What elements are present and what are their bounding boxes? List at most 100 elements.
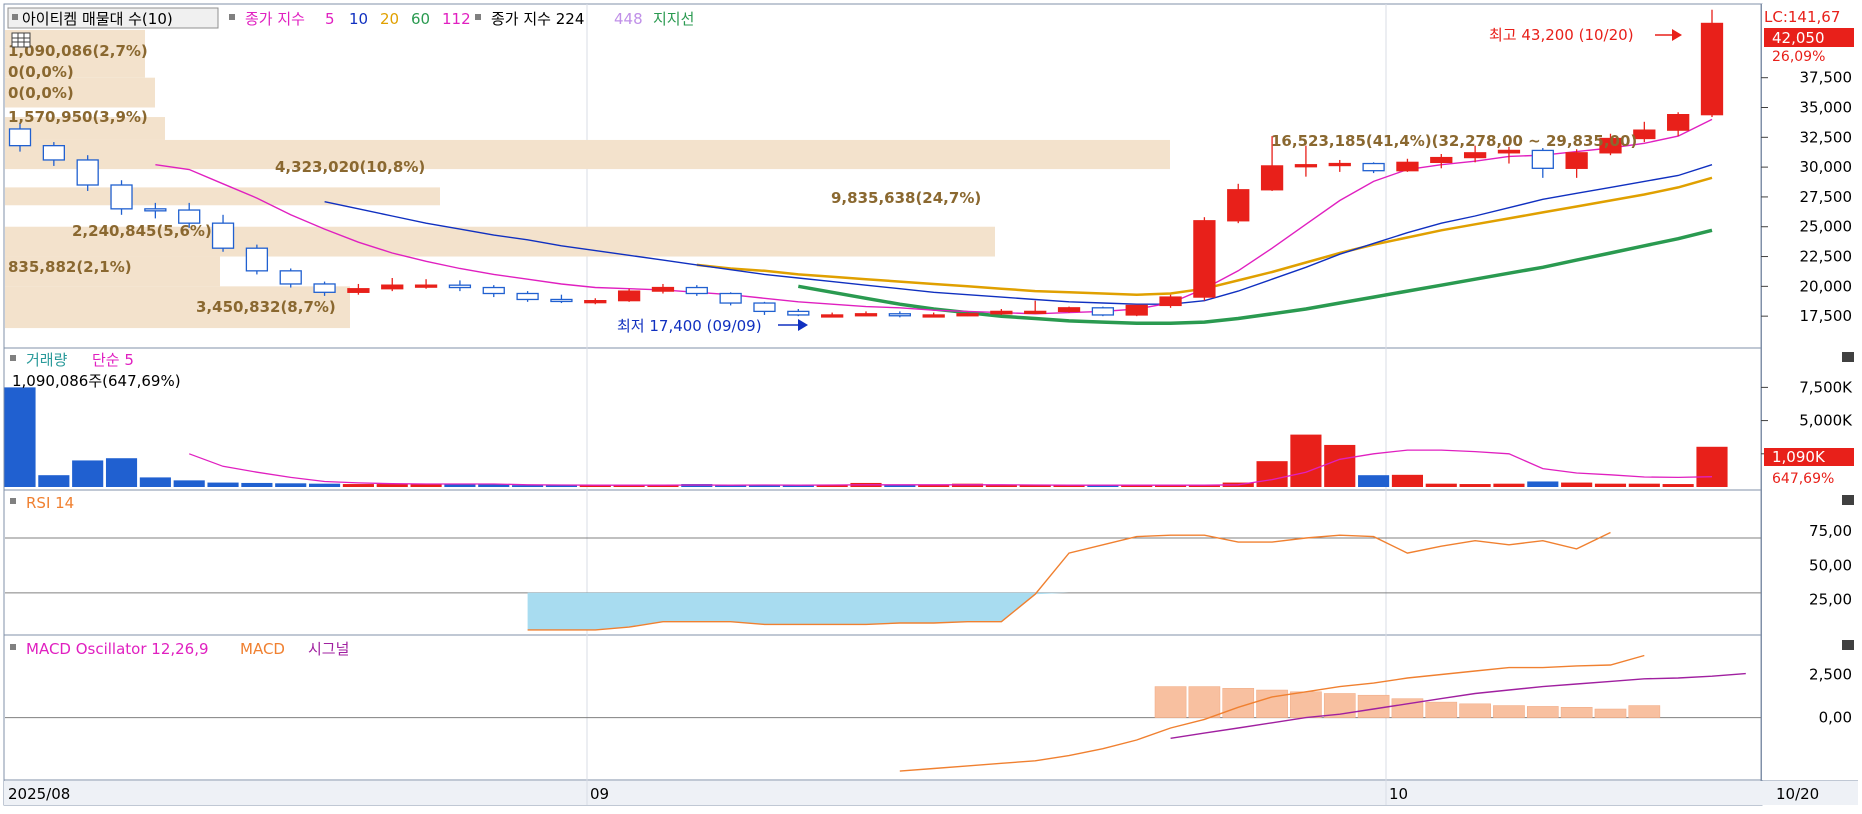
price-tick-label: 22,500 (1800, 248, 1853, 266)
stock-chart-window: 37,500 35,000 32,500 30,000 27,500 25,000 22,5… (0, 0, 1862, 810)
profile-label: 0(0,0%) (8, 63, 74, 81)
ma-period-10: 10 (349, 10, 368, 28)
volume-legend-title: 거래량 (26, 351, 68, 369)
price-tick-label: 17,500 (1800, 307, 1853, 325)
macd-osc-bar (1222, 688, 1255, 718)
volume-bar (1358, 475, 1390, 487)
volume-bar (1628, 483, 1660, 487)
candle-body (347, 288, 370, 293)
rsi-panel-close-icon[interactable] (1842, 495, 1854, 505)
candle-body (1497, 149, 1521, 154)
macd-osc-bar (1256, 689, 1288, 718)
volume-bar (139, 477, 171, 487)
volume-bar (1696, 446, 1728, 487)
candle-body (854, 313, 878, 317)
change-pct-label: 26,09% (1772, 49, 1825, 65)
candle-body (1091, 307, 1115, 316)
chart-canvas[interactable]: 37,500 35,000 32,500 30,000 27,500 25,000 22,5… (0, 0, 1862, 810)
candle-body (482, 286, 505, 295)
candle-body (381, 284, 404, 290)
table-icon-frame (11, 32, 31, 48)
volume-bar (1561, 482, 1593, 487)
candle-body (617, 290, 641, 302)
legend-marker (10, 498, 16, 504)
price-tick-label: 30,000 (1800, 158, 1853, 176)
ma-period-20: 20 (380, 10, 399, 28)
volume-bar (241, 482, 273, 487)
volume-bar (1493, 483, 1525, 487)
candle-body (1260, 165, 1284, 191)
rsi-tick-label: 25,00 (1809, 591, 1852, 609)
x-label-10-20: 10/20 (1776, 785, 1819, 803)
chart-frame (3, 3, 1763, 806)
x-label-10: 10 (1389, 785, 1408, 803)
last-price-label: 42,050 (1772, 29, 1825, 47)
candle-body (1362, 162, 1385, 172)
ma-legend-label: 종가 지수 (245, 10, 305, 28)
candle-body (787, 310, 810, 316)
candle-body (414, 284, 438, 288)
candle-body (1531, 149, 1554, 169)
candle-body (76, 159, 99, 186)
low-annotation-text: 최저 17,400 (09/09) (617, 317, 762, 335)
candle-body (584, 300, 607, 304)
candle-body (1024, 310, 1047, 315)
macd-tick-label: 2,500 (1809, 666, 1852, 684)
volume-bar (38, 475, 70, 487)
profile-label: 0(0,0%) (8, 84, 74, 102)
volume-bar (207, 482, 239, 487)
table-icon[interactable] (11, 32, 31, 48)
candle-body (448, 284, 472, 289)
legend-marker (10, 355, 16, 361)
volume-profile-bar (5, 139, 1170, 170)
volume-last-label: 1,090,086주(647,69%) (12, 372, 181, 390)
candle-body (922, 314, 945, 318)
volume-bar (1527, 481, 1559, 487)
volume-legend-ma: 단순 5 (92, 351, 134, 369)
ma-period-448: 448 (614, 10, 643, 28)
ma-period-5: 5 (325, 10, 335, 28)
macd-panel-close-icon[interactable] (1842, 640, 1854, 650)
lc-label: LC:141,67 (1764, 8, 1840, 26)
profile-label: 835,882(2,1%) (8, 258, 132, 276)
ma-period-112: 112 (442, 10, 471, 28)
ma-period-60: 60 (411, 10, 430, 28)
x-axis-band (4, 781, 1858, 805)
candle-body (1396, 161, 1419, 172)
macd-osc-bar (1493, 705, 1525, 718)
macd-legend: MACD (240, 640, 285, 658)
candle-body (990, 310, 1013, 315)
candle-body (550, 298, 573, 303)
candle-body (1328, 162, 1351, 167)
candle-body (516, 292, 539, 301)
x-label-09: 09 (590, 785, 609, 803)
volume-bar (376, 484, 408, 487)
price-tick-label: 37,500 (1800, 69, 1853, 87)
candle-body (685, 286, 708, 295)
profile-label: 4,323,020(10,8%) (275, 158, 425, 176)
price-tick-label: 20,000 (1800, 277, 1853, 295)
volume-bar (1594, 483, 1627, 487)
volume-panel-close-icon[interactable] (1842, 352, 1854, 362)
signal-legend: 시그널 (308, 640, 349, 658)
volume-bar (1425, 483, 1457, 487)
volume-bar (1459, 484, 1491, 487)
legend-marker (12, 14, 18, 20)
candle-body (1227, 189, 1250, 222)
volume-bar (1391, 474, 1424, 487)
candle-body (42, 145, 65, 161)
candle-body (1294, 164, 1318, 168)
high-annotation-text: 최고 43,200 (10/20) (1489, 26, 1634, 44)
volume-last-pct: 647,69% (1772, 471, 1834, 487)
price-tick-label: 35,000 (1800, 99, 1853, 117)
macd-osc-bar (1459, 703, 1491, 718)
candle-body (888, 313, 911, 317)
ma2-legend-label: 종가 지수 224 (491, 10, 584, 28)
macd-osc-legend: MACD Oscillator 12,26,9 (26, 640, 209, 658)
candle-body (1057, 307, 1081, 313)
volume-bar (444, 484, 476, 487)
candle-body (753, 302, 776, 313)
macd-osc-bar (1628, 705, 1661, 718)
macd-osc-bar (1357, 694, 1390, 718)
macd-osc-bar (1560, 707, 1593, 718)
